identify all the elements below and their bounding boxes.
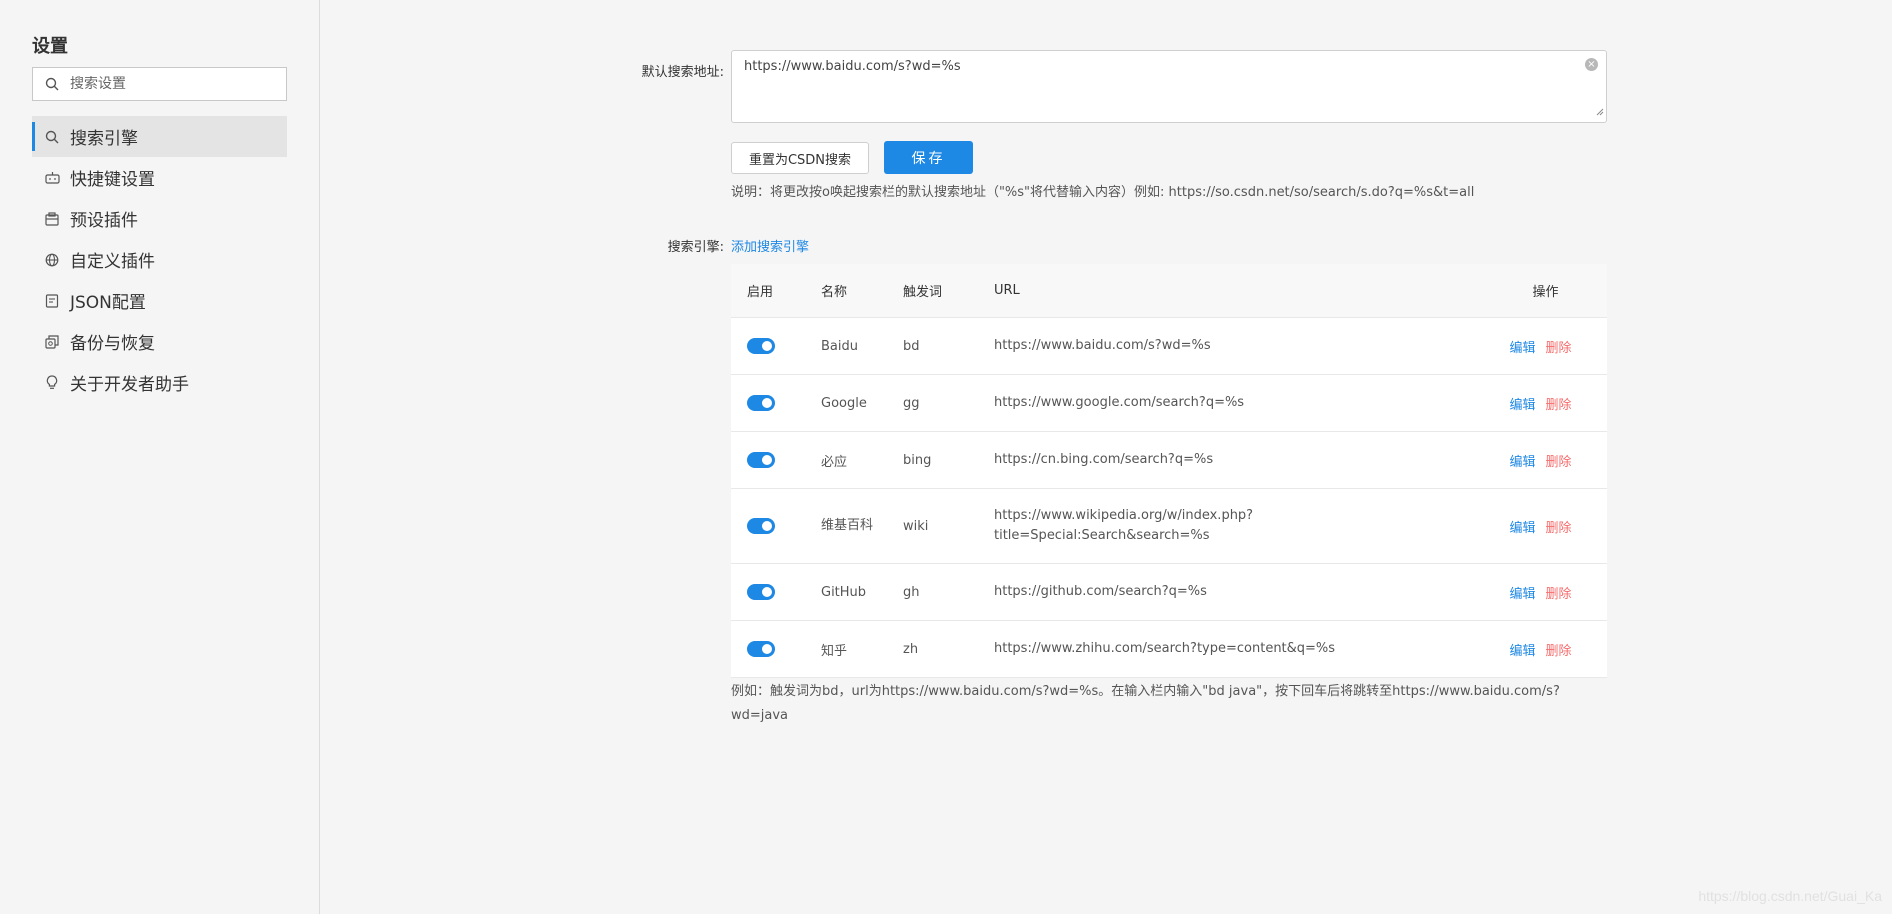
backup-icon [44, 334, 60, 350]
sidebar-item-json-config[interactable]: JSON配置 [32, 280, 287, 321]
table-header: 启用 名称 触发词 URL 操作 [731, 264, 1607, 318]
sidebar-item-search-engines[interactable]: 搜索引擎 [32, 116, 287, 157]
column-header-url: URL [994, 282, 1020, 298]
engine-trigger: zh [903, 641, 919, 657]
engine-name: GitHub [821, 584, 867, 600]
sidebar-item-label: 关于开发者助手 [70, 375, 189, 395]
engine-url: https://www.wikipedia.org/w/index.php?ti… [994, 508, 1254, 543]
engine-url: https://www.zhihu.com/search?type=conten… [994, 641, 1336, 656]
sidebar-item-label: 备份与恢复 [70, 334, 155, 354]
engine-trigger: wiki [903, 518, 929, 534]
sidebar-item-shortcuts[interactable]: 快捷键设置 [32, 157, 287, 198]
search-engines-table: 启用 名称 触发词 URL 操作 Baidu bd https://www.ba… [731, 264, 1607, 678]
table-row: GitHub gh https://github.com/search?q=%s… [731, 564, 1607, 621]
column-header-name: 名称 [821, 285, 848, 300]
example-note: 例如：触发词为bd，url为https://www.baidu.com/s?wd… [731, 684, 1560, 723]
engine-url: https://github.com/search?q=%s [994, 584, 1207, 599]
delete-button[interactable]: 删除 [1546, 644, 1572, 659]
sidebar-nav: 搜索引擎 快捷键设置 预设插件 自定义插件 JSON配置 备份与恢复 关于开发者… [32, 116, 287, 403]
sidebar: 设置 搜索引擎 快捷键设置 预设插件 [0, 0, 320, 914]
sidebar-item-label: JSON配置 [70, 293, 146, 313]
edit-button[interactable]: 编辑 [1509, 455, 1535, 470]
enable-toggle[interactable] [747, 518, 775, 534]
edit-button[interactable]: 编辑 [1509, 398, 1535, 413]
add-search-engine-link[interactable]: 添加搜索引擎 [731, 236, 809, 255]
clear-icon[interactable]: × [1585, 58, 1598, 71]
delete-button[interactable]: 删除 [1546, 398, 1572, 413]
delete-button[interactable]: 删除 [1546, 587, 1572, 602]
enable-toggle[interactable] [747, 584, 775, 600]
sidebar-item-label: 预设插件 [70, 211, 138, 231]
default-search-url-field[interactable]: https://www.baidu.com/s?wd=%s × [731, 50, 1607, 123]
engine-name: 知乎 [821, 643, 848, 659]
package-icon [44, 211, 60, 227]
search-icon [44, 76, 60, 92]
lightbulb-icon [44, 375, 60, 391]
default-search-note: 说明：将更改按o唤起搜索栏的默认搜索地址（"%s"将代替输入内容）例如: htt… [731, 185, 1475, 200]
engine-name: Google [821, 395, 867, 411]
enable-toggle[interactable] [747, 338, 775, 354]
engine-name: Baidu [821, 338, 858, 354]
settings-search-input[interactable] [70, 76, 270, 92]
delete-button[interactable]: 删除 [1546, 521, 1572, 536]
engine-url: https://www.baidu.com/s?wd=%s [994, 338, 1211, 353]
sidebar-item-about[interactable]: 关于开发者助手 [32, 362, 287, 403]
edit-button[interactable]: 编辑 [1509, 644, 1535, 659]
resize-handle-icon[interactable] [1596, 101, 1604, 120]
search-engines-label: 搜索引擎: [667, 240, 724, 255]
sidebar-item-label: 快捷键设置 [70, 170, 155, 190]
delete-button[interactable]: 删除 [1546, 455, 1572, 470]
engine-trigger: bing [903, 452, 932, 468]
sidebar-item-label: 自定义插件 [70, 252, 155, 272]
save-button[interactable]: 保存 [884, 141, 973, 174]
engine-trigger: gg [903, 395, 920, 411]
column-header-trigger: 触发词 [903, 285, 943, 300]
engine-name: 维基百科 [821, 518, 874, 533]
settings-search-box[interactable] [32, 67, 287, 101]
engine-url: https://cn.bing.com/search?q=%s [994, 452, 1214, 467]
edit-button[interactable]: 编辑 [1509, 521, 1535, 536]
table-row: 知乎 zh https://www.zhihu.com/search?type=… [731, 621, 1607, 678]
sidebar-item-preset-plugins[interactable]: 预设插件 [32, 198, 287, 239]
sidebar-item-label: 搜索引擎 [70, 129, 138, 149]
table-row: 必应 bing https://cn.bing.com/search?q=%s … [731, 432, 1607, 489]
enable-toggle[interactable] [747, 395, 775, 411]
sidebar-item-custom-plugins[interactable]: 自定义插件 [32, 239, 287, 280]
sidebar-title: 设置 [32, 36, 68, 57]
table-row: 维基百科 wiki https://www.wikipedia.org/w/in… [731, 489, 1607, 564]
enable-toggle[interactable] [747, 641, 775, 657]
default-search-label: 默认搜索地址: [641, 65, 724, 80]
default-search-url-value[interactable]: https://www.baidu.com/s?wd=%s [744, 59, 961, 74]
column-header-actions: 操作 [1532, 285, 1559, 300]
keyboard-icon [44, 170, 60, 186]
engine-url: https://www.google.com/search?q=%s [994, 395, 1245, 410]
sidebar-item-backup-restore[interactable]: 备份与恢复 [32, 321, 287, 362]
engine-name: 必应 [821, 454, 848, 470]
table-row: Google gg https://www.google.com/search?… [731, 375, 1607, 432]
search-icon [44, 129, 60, 145]
file-json-icon [44, 293, 60, 309]
delete-button[interactable]: 删除 [1546, 341, 1572, 356]
engine-trigger: bd [903, 338, 920, 354]
reset-to-csdn-button[interactable]: 重置为CSDN搜索 [731, 142, 869, 174]
table-row: Baidu bd https://www.baidu.com/s?wd=%s 编… [731, 318, 1607, 375]
engine-trigger: gh [903, 584, 920, 600]
edit-button[interactable]: 编辑 [1509, 587, 1535, 602]
enable-toggle[interactable] [747, 452, 775, 468]
watermark: https://blog.csdn.net/Guai_Ka [1698, 888, 1882, 904]
globe-icon [44, 252, 60, 268]
column-header-enabled: 启用 [747, 285, 774, 300]
edit-button[interactable]: 编辑 [1509, 341, 1535, 356]
